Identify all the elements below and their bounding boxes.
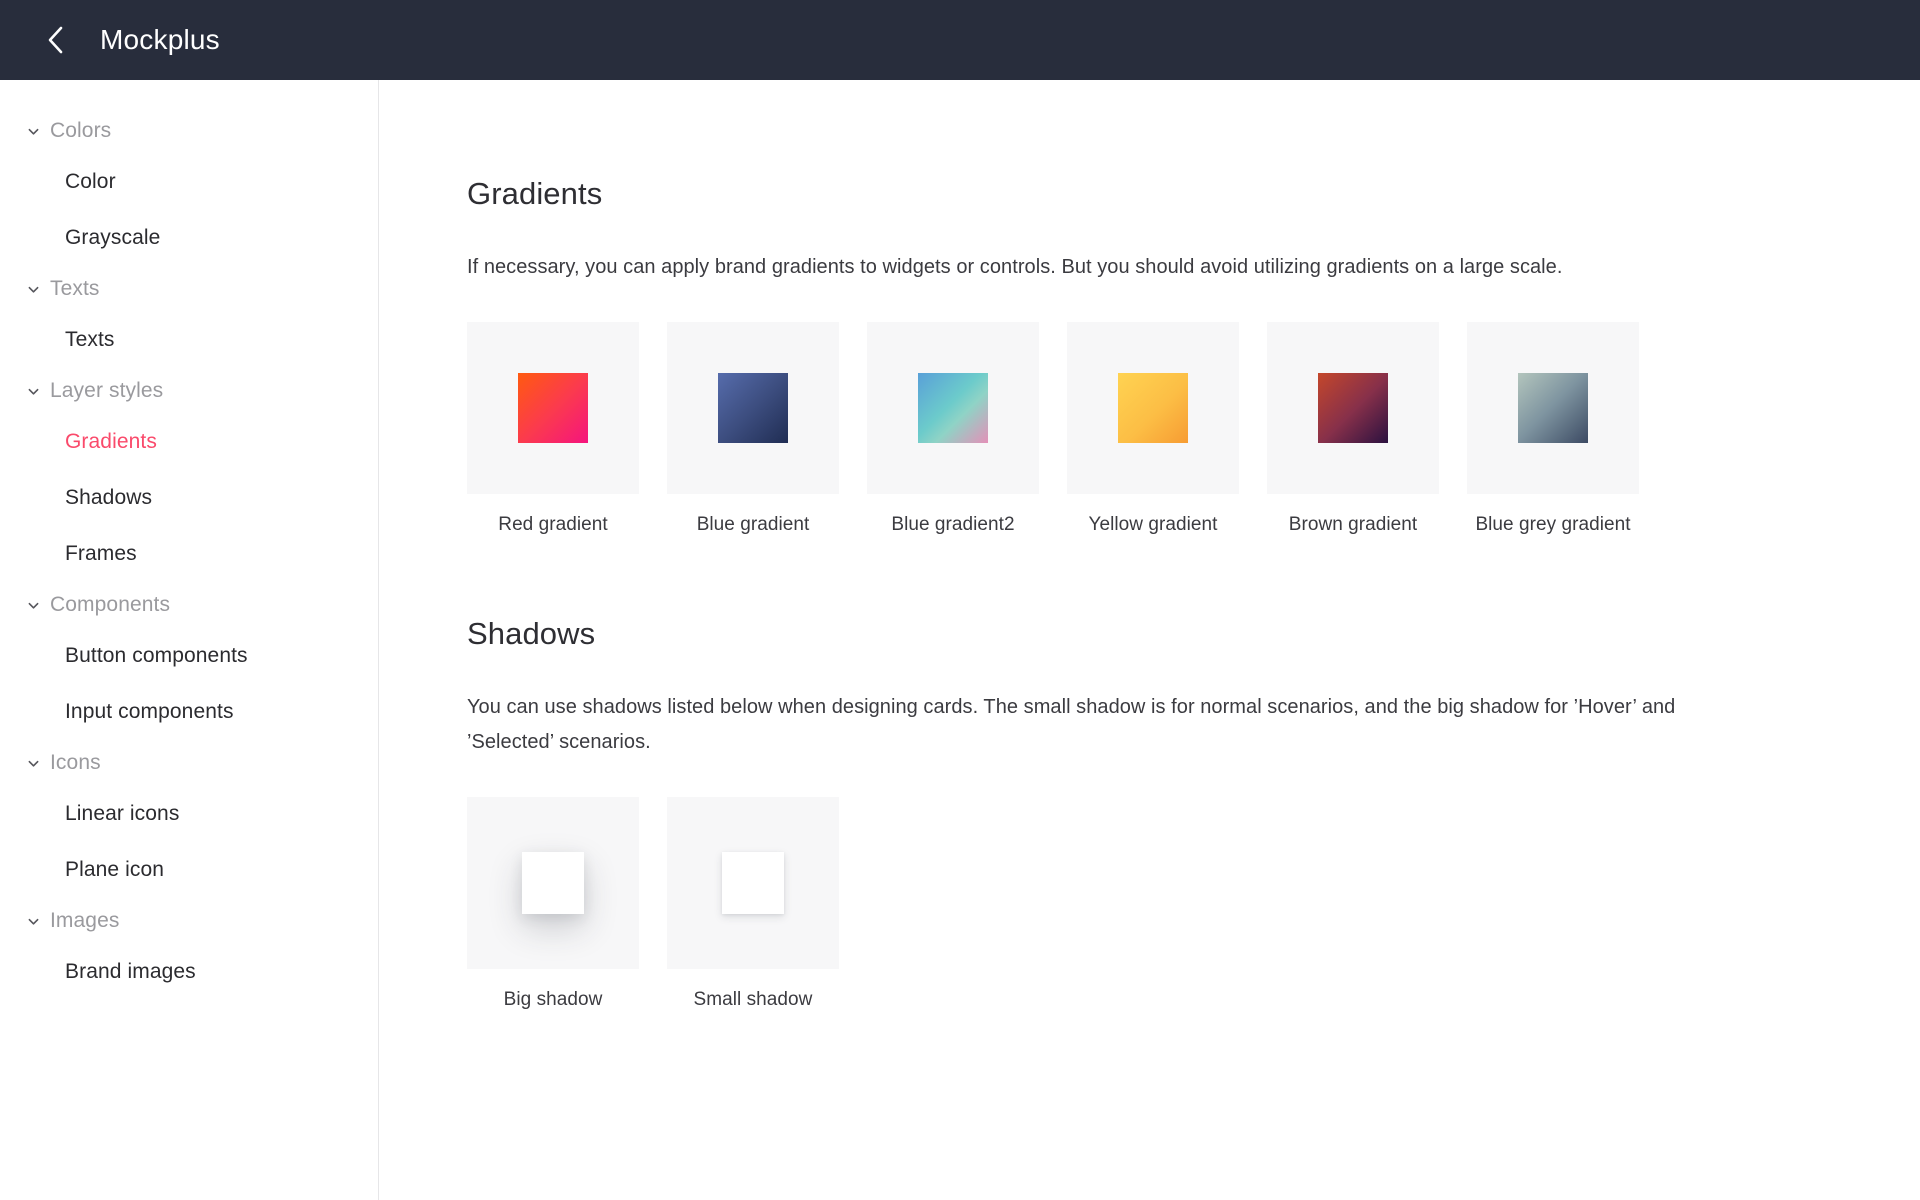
sidebar-group-header-icons[interactable]: Icons bbox=[0, 740, 378, 786]
shadow-chip bbox=[722, 852, 784, 914]
sidebar-group-colors: Colors ColorGrayscale bbox=[0, 108, 378, 266]
sidebar-item-input-components[interactable]: Input components bbox=[0, 684, 378, 740]
gradient-chip bbox=[518, 373, 588, 443]
gradient-swatch-label: Red gradient bbox=[467, 514, 639, 536]
gradient-swatch-label: Yellow gradient bbox=[1067, 514, 1239, 536]
gradient-swatch-preview bbox=[1267, 322, 1439, 494]
gradient-swatch-blue-grey-gradient[interactable]: Blue grey gradient bbox=[1467, 322, 1639, 536]
chevron-left-icon bbox=[47, 26, 64, 54]
gradients-section: Gradients If necessary, you can apply br… bbox=[467, 176, 1920, 536]
gradient-swatch-brown-gradient[interactable]: Brown gradient bbox=[1267, 322, 1439, 536]
chevron-down-icon bbox=[27, 125, 40, 138]
app-title: Mockplus bbox=[100, 26, 220, 54]
back-button[interactable] bbox=[38, 21, 72, 59]
sidebar-group-label: Icons bbox=[50, 751, 101, 775]
sidebar-group-header-texts[interactable]: Texts bbox=[0, 266, 378, 312]
shadow-swatch-label: Small shadow bbox=[667, 989, 839, 1011]
gradient-chip bbox=[1518, 373, 1588, 443]
gradient-swatch-label: Blue grey gradient bbox=[1467, 514, 1639, 536]
sidebar-group-icons: Icons Linear iconsPlane icon bbox=[0, 740, 378, 898]
sidebar-item-linear-icons[interactable]: Linear icons bbox=[0, 786, 378, 842]
gradient-swatch-preview bbox=[1467, 322, 1639, 494]
chevron-down-icon bbox=[27, 599, 40, 612]
chevron-down-icon bbox=[27, 385, 40, 398]
sidebar-item-button-components[interactable]: Button components bbox=[0, 628, 378, 684]
shadow-swatch-preview bbox=[467, 797, 639, 969]
gradient-swatch-blue-gradient[interactable]: Blue gradient bbox=[667, 322, 839, 536]
shadows-section: Shadows You can use shadows listed below… bbox=[467, 616, 1920, 1011]
sidebar-group-label: Components bbox=[50, 593, 170, 617]
sidebar-item-brand-images[interactable]: Brand images bbox=[0, 944, 378, 1000]
gradient-swatch-yellow-gradient[interactable]: Yellow gradient bbox=[1067, 322, 1239, 536]
shadow-chip bbox=[522, 852, 584, 914]
sidebar-group-header-colors[interactable]: Colors bbox=[0, 108, 378, 154]
gradient-swatch-red-gradient[interactable]: Red gradient bbox=[467, 322, 639, 536]
shadow-swatch-big-shadow[interactable]: Big shadow bbox=[467, 797, 639, 1011]
sidebar-group-label: Images bbox=[50, 909, 119, 933]
gradient-swatch-list: Red gradient Blue gradient Blue gradient2 Y… bbox=[467, 322, 1920, 536]
sidebar-item-gradients[interactable]: Gradients bbox=[0, 414, 378, 470]
shadow-swatch-label: Big shadow bbox=[467, 989, 639, 1011]
chevron-down-icon bbox=[27, 283, 40, 296]
sidebar-item-color[interactable]: Color bbox=[0, 154, 378, 210]
gradient-chip bbox=[718, 373, 788, 443]
sidebar-group-components: Components Button componentsInput compone… bbox=[0, 582, 378, 740]
sidebar-group-header-layer-styles[interactable]: Layer styles bbox=[0, 368, 378, 414]
sidebar-group-header-components[interactable]: Components bbox=[0, 582, 378, 628]
gradient-chip bbox=[1318, 373, 1388, 443]
sidebar-item-texts[interactable]: Texts bbox=[0, 312, 378, 368]
sidebar-group-label: Layer styles bbox=[50, 379, 163, 403]
sidebar-group-images: Images Brand images bbox=[0, 898, 378, 1000]
gradient-swatch-label: Blue gradient bbox=[667, 514, 839, 536]
gradient-swatch-preview bbox=[867, 322, 1039, 494]
app-body: ColorsColorGrayscaleTextsTextsLayer styl… bbox=[0, 80, 1920, 1200]
sidebar-group-texts: Texts Texts bbox=[0, 266, 378, 368]
gradient-swatch-preview bbox=[467, 322, 639, 494]
chevron-down-icon bbox=[27, 915, 40, 928]
gradient-swatch-label: Blue gradient2 bbox=[867, 514, 1039, 536]
sidebar-nav: ColorsColorGrayscaleTextsTextsLayer styl… bbox=[0, 80, 379, 1200]
app-header: Mockplus bbox=[0, 0, 1920, 80]
main-content: Gradients If necessary, you can apply br… bbox=[379, 80, 1920, 1200]
gradient-swatch-preview bbox=[1067, 322, 1239, 494]
shadows-title: Shadows bbox=[467, 616, 1920, 652]
gradient-swatch-preview bbox=[667, 322, 839, 494]
sidebar-group-header-images[interactable]: Images bbox=[0, 898, 378, 944]
gradient-swatch-label: Brown gradient bbox=[1267, 514, 1439, 536]
gradient-chip bbox=[1118, 373, 1188, 443]
shadow-swatch-list: Big shadow Small shadow bbox=[467, 797, 1920, 1011]
gradients-title: Gradients bbox=[467, 176, 1920, 212]
gradient-chip bbox=[918, 373, 988, 443]
gradient-swatch-blue-gradient2[interactable]: Blue gradient2 bbox=[867, 322, 1039, 536]
shadows-description: You can use shadows listed below when de… bbox=[467, 690, 1707, 761]
sidebar-item-shadows[interactable]: Shadows bbox=[0, 470, 378, 526]
sidebar-group-layer-styles: Layer styles GradientsShadowsFrames bbox=[0, 368, 378, 582]
sidebar-group-label: Texts bbox=[50, 277, 100, 301]
shadow-swatch-small-shadow[interactable]: Small shadow bbox=[667, 797, 839, 1011]
sidebar-item-frames[interactable]: Frames bbox=[0, 526, 378, 582]
sidebar-item-grayscale[interactable]: Grayscale bbox=[0, 210, 378, 266]
sidebar-group-label: Colors bbox=[50, 119, 111, 143]
chevron-down-icon bbox=[27, 757, 40, 770]
sidebar-item-plane-icon[interactable]: Plane icon bbox=[0, 842, 378, 898]
shadow-swatch-preview bbox=[667, 797, 839, 969]
gradients-description: If necessary, you can apply brand gradie… bbox=[467, 250, 1807, 286]
